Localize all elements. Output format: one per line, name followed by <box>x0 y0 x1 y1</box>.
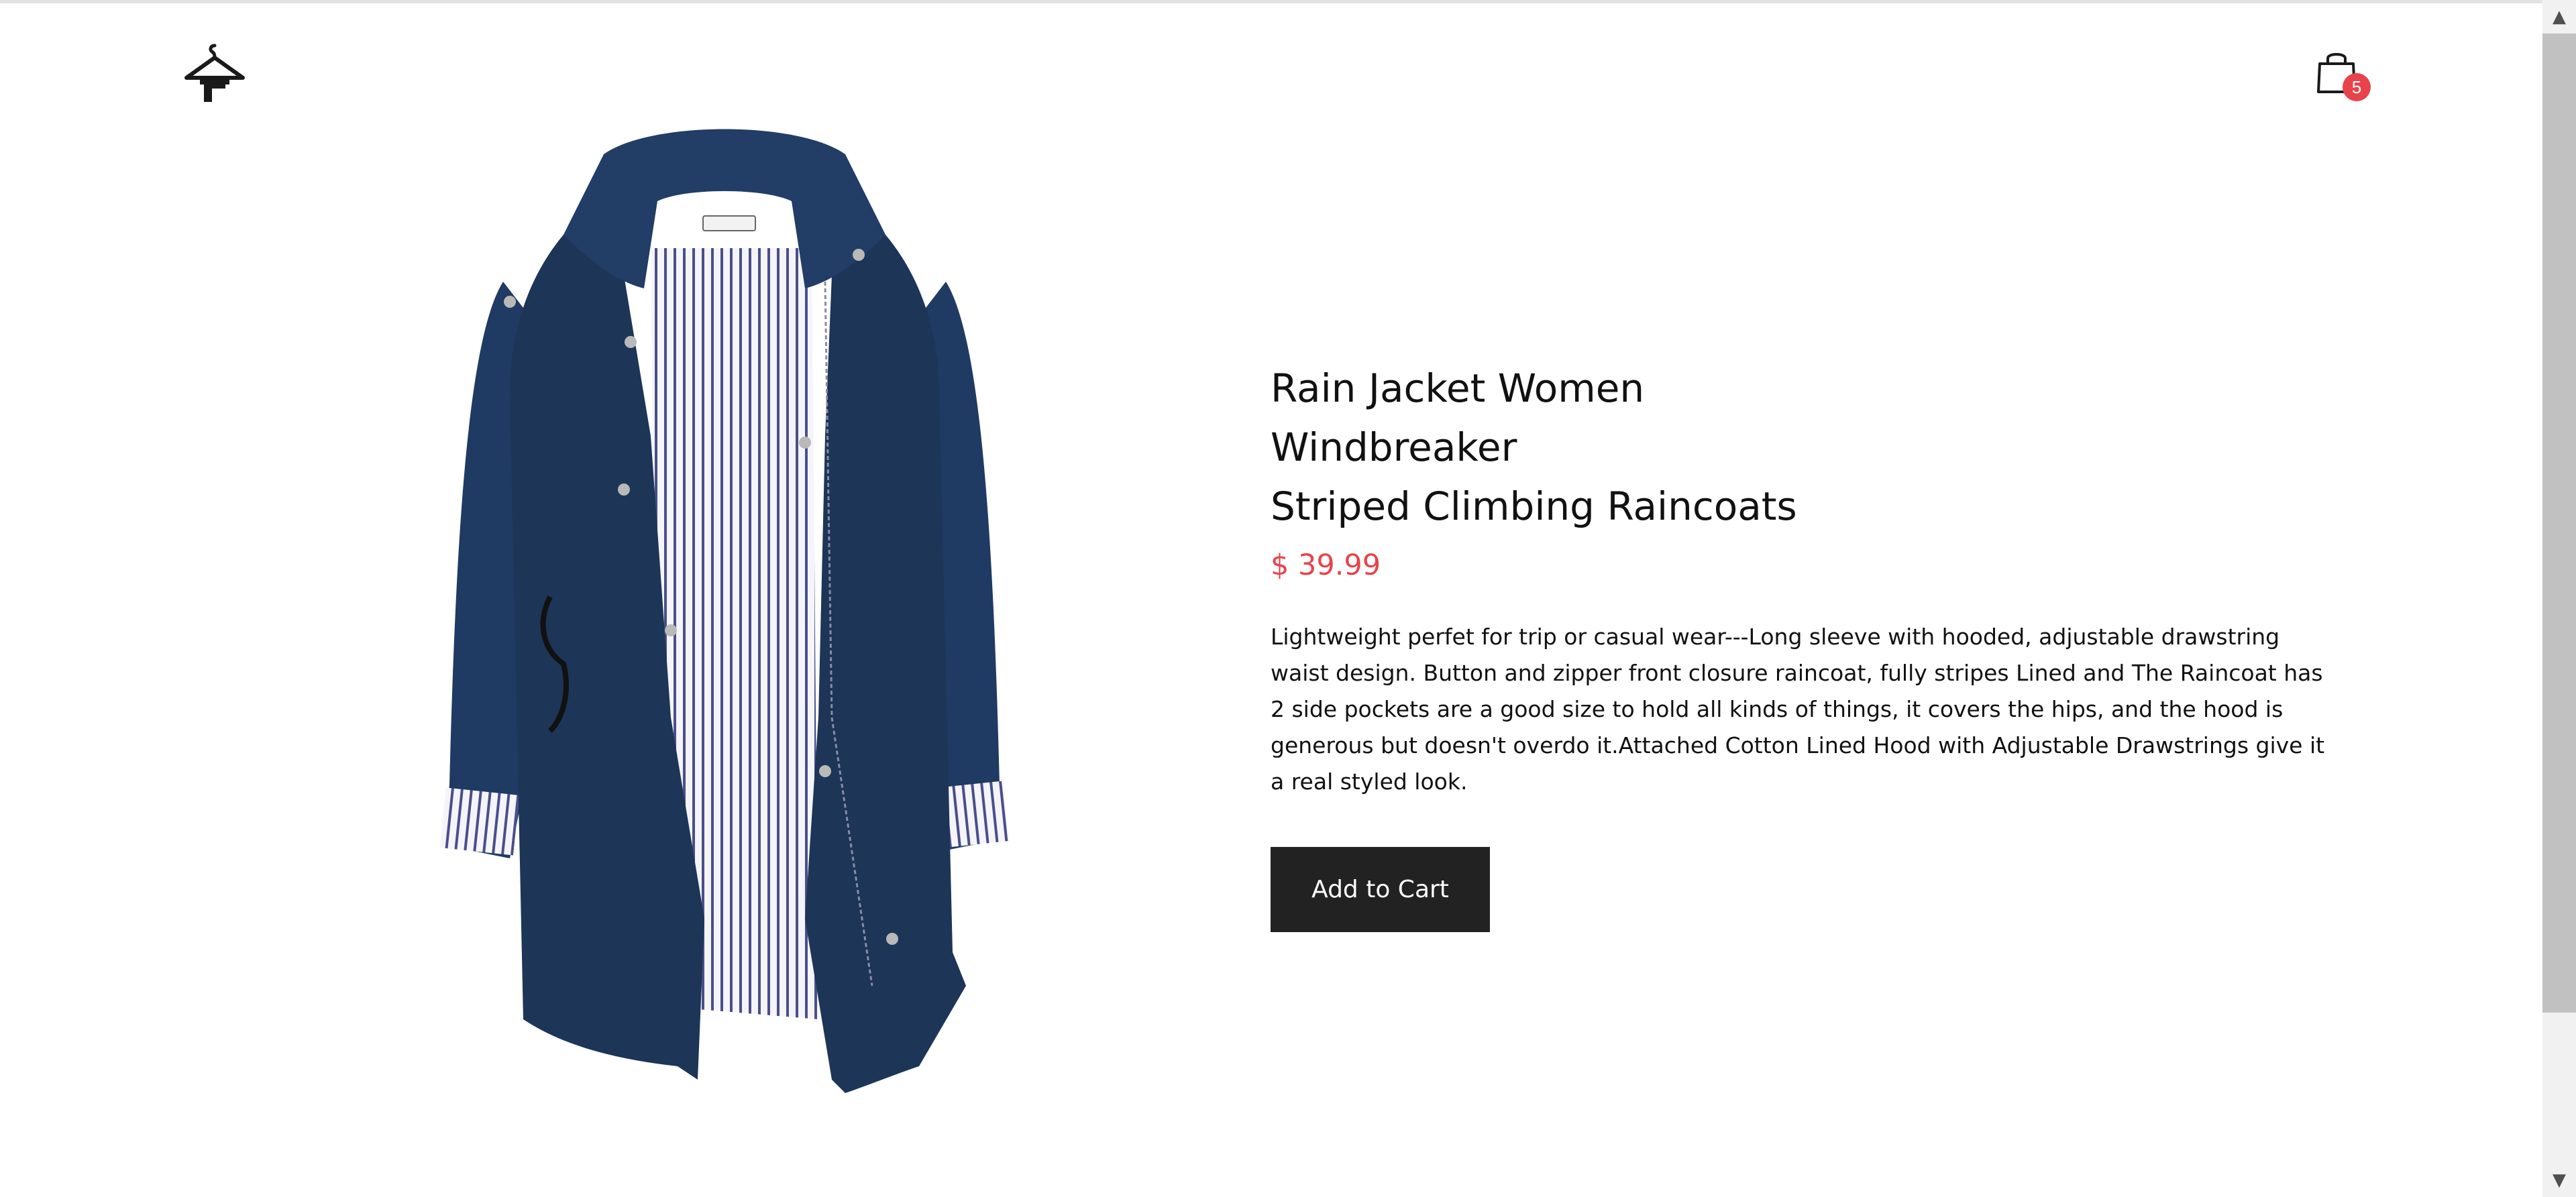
rain-jacket-image <box>439 129 1010 1093</box>
scroll-down-arrow[interactable]: ▼ <box>2542 1163 2576 1197</box>
product-details: Rain Jacket Women Windbreaker Striped Cl… <box>1271 359 2344 932</box>
vertical-scrollbar[interactable]: ▲ ▼ <box>2542 0 2576 1197</box>
triangle-up-icon: ▲ <box>2553 7 2566 27</box>
site-logo[interactable] <box>181 40 248 107</box>
product-title-line-2: Striped Climbing Raincoats <box>1271 483 1797 529</box>
hanger-house-icon <box>184 44 245 102</box>
product-title: Rain Jacket Women Windbreaker Striped Cl… <box>1271 359 1874 536</box>
product-description: Lightweight perfet for trip or casual we… <box>1271 624 2325 795</box>
scroll-up-arrow[interactable]: ▲ <box>2542 0 2576 34</box>
product-title-line-1: Rain Jacket Women Windbreaker <box>1271 365 1645 470</box>
cart-count-badge: 5 <box>2343 73 2371 101</box>
scrollbar-thumb[interactable] <box>2542 34 2576 1013</box>
cart-button[interactable]: 5 <box>2316 49 2371 103</box>
product-price: $ 39.99 <box>1271 549 1381 582</box>
add-to-cart-button[interactable]: Add to Cart <box>1271 847 1490 932</box>
product-image <box>429 114 1020 1093</box>
triangle-down-icon: ▼ <box>2553 1170 2566 1190</box>
product-page: 5 Rain Jacket Women Windbreaker Striped … <box>0 3 2542 1197</box>
